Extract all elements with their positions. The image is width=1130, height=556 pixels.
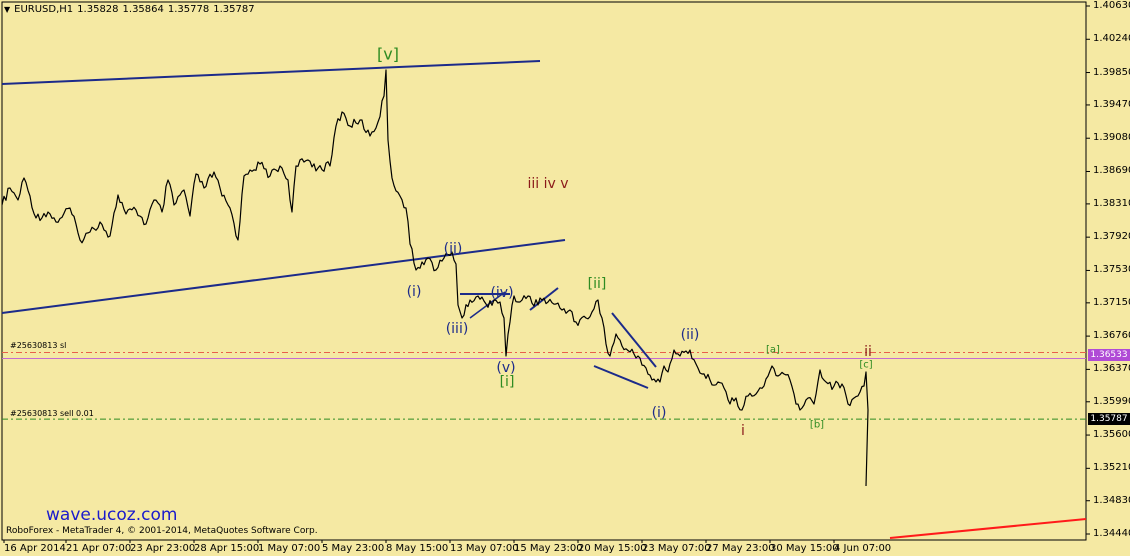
current-price-tag: 1.35787 xyxy=(1088,413,1130,425)
symbol-label: EURUSD,H1 xyxy=(14,4,74,15)
time-tick-label: 28 Apr 15:00 xyxy=(194,543,260,554)
price-chart[interactable] xyxy=(0,0,1130,556)
price-tick-label: 1.36370 xyxy=(1093,363,1130,375)
time-tick-label: 15 May 23:00 xyxy=(514,543,583,554)
wave-label: i xyxy=(741,423,745,439)
time-tick-label: 27 May 23:00 xyxy=(706,543,775,554)
price-tick-label: 1.39850 xyxy=(1093,66,1130,78)
time-tick-label: 23 May 07:00 xyxy=(642,543,711,554)
price-tick-label: 1.34830 xyxy=(1093,494,1130,506)
price-tick-label: 1.37530 xyxy=(1093,264,1130,276)
price-tick-label: 1.37920 xyxy=(1093,231,1130,243)
close-value: 1.35787 xyxy=(213,4,255,15)
watermark-text: wave.ucoz.com xyxy=(46,505,178,525)
open-value: 1.35828 xyxy=(77,4,119,15)
dropdown-triangle-icon[interactable]: ▼ xyxy=(4,5,10,14)
time-tick-label: 8 May 15:00 xyxy=(386,543,449,554)
price-tick-label: 1.38310 xyxy=(1093,197,1130,209)
price-tick-label: 1.35600 xyxy=(1093,429,1130,441)
wave-label: iii iv v xyxy=(527,176,569,192)
copyright-footer: RoboForex - MetaTrader 4, © 2001-2014, M… xyxy=(6,526,318,536)
sell-order-label: #25630813 sell 0.01 xyxy=(10,409,94,418)
price-tick-label: 1.40240 xyxy=(1093,33,1130,45)
red-trend-line xyxy=(889,518,1087,539)
price-tick-label: 1.40630 xyxy=(1093,0,1130,11)
price-line xyxy=(1,69,869,487)
wave-label: (ii) xyxy=(443,241,463,257)
mt4-chart-window[interactable]: ▼ EURUSD,H1 1.35828 1.35864 1.35778 1.35… xyxy=(0,0,1130,556)
time-tick-label: 20 May 15:00 xyxy=(578,543,647,554)
low-value: 1.35778 xyxy=(167,4,210,15)
stop-loss-label: #25630813 sl xyxy=(10,341,67,350)
time-tick-label: 16 Apr 2014 xyxy=(4,543,66,554)
wave-label: [c] xyxy=(859,359,873,371)
upper-channel-line xyxy=(1,60,541,85)
wave-label: (iii) xyxy=(445,321,469,337)
time-tick-label: 21 Apr 07:00 xyxy=(66,543,132,554)
plot-frame xyxy=(1,1,1087,541)
price-tick-label: 1.35990 xyxy=(1093,395,1130,407)
high-value: 1.35864 xyxy=(122,4,164,15)
wedge-lower-line xyxy=(593,365,649,389)
wave-label: ii xyxy=(864,344,872,360)
wave-label: [a] xyxy=(766,344,780,356)
stop-loss-price-tag: 1.36533 xyxy=(1088,349,1130,361)
lower-channel-line xyxy=(1,239,566,314)
time-tick-label: 13 May 07:00 xyxy=(450,543,519,554)
price-tick-label: 1.35210 xyxy=(1093,462,1130,474)
wave-label: [ii] xyxy=(587,276,607,292)
price-tick-label: 1.39080 xyxy=(1093,132,1130,144)
price-tick-label: 1.38690 xyxy=(1093,165,1130,177)
time-tick-label: 4 Jun 07:00 xyxy=(834,543,892,554)
time-tick-label: 1 May 07:00 xyxy=(258,543,321,554)
wave-label: [v] xyxy=(377,44,399,64)
price-tick-label: 1.37150 xyxy=(1093,296,1130,308)
time-tick-label: 23 Apr 23:00 xyxy=(130,543,196,554)
chart-header: ▼ EURUSD,H1 1.35828 1.35864 1.35778 1.35… xyxy=(4,4,255,15)
wave-label: (i) xyxy=(651,405,667,421)
wave-label: (i) xyxy=(406,284,422,300)
time-tick-label: 30 May 15:00 xyxy=(770,543,839,554)
price-tick-label: 1.34440 xyxy=(1093,528,1130,539)
price-tick-label: 1.39470 xyxy=(1093,98,1130,110)
wave-label: (ii) xyxy=(680,327,700,343)
time-tick-label: 5 May 23:00 xyxy=(322,543,385,554)
price-tick-label: 1.36760 xyxy=(1093,330,1130,342)
wave-label: [b] xyxy=(809,419,825,431)
wave-label: (iv) xyxy=(490,285,514,301)
wave-label: [i] xyxy=(499,374,515,390)
